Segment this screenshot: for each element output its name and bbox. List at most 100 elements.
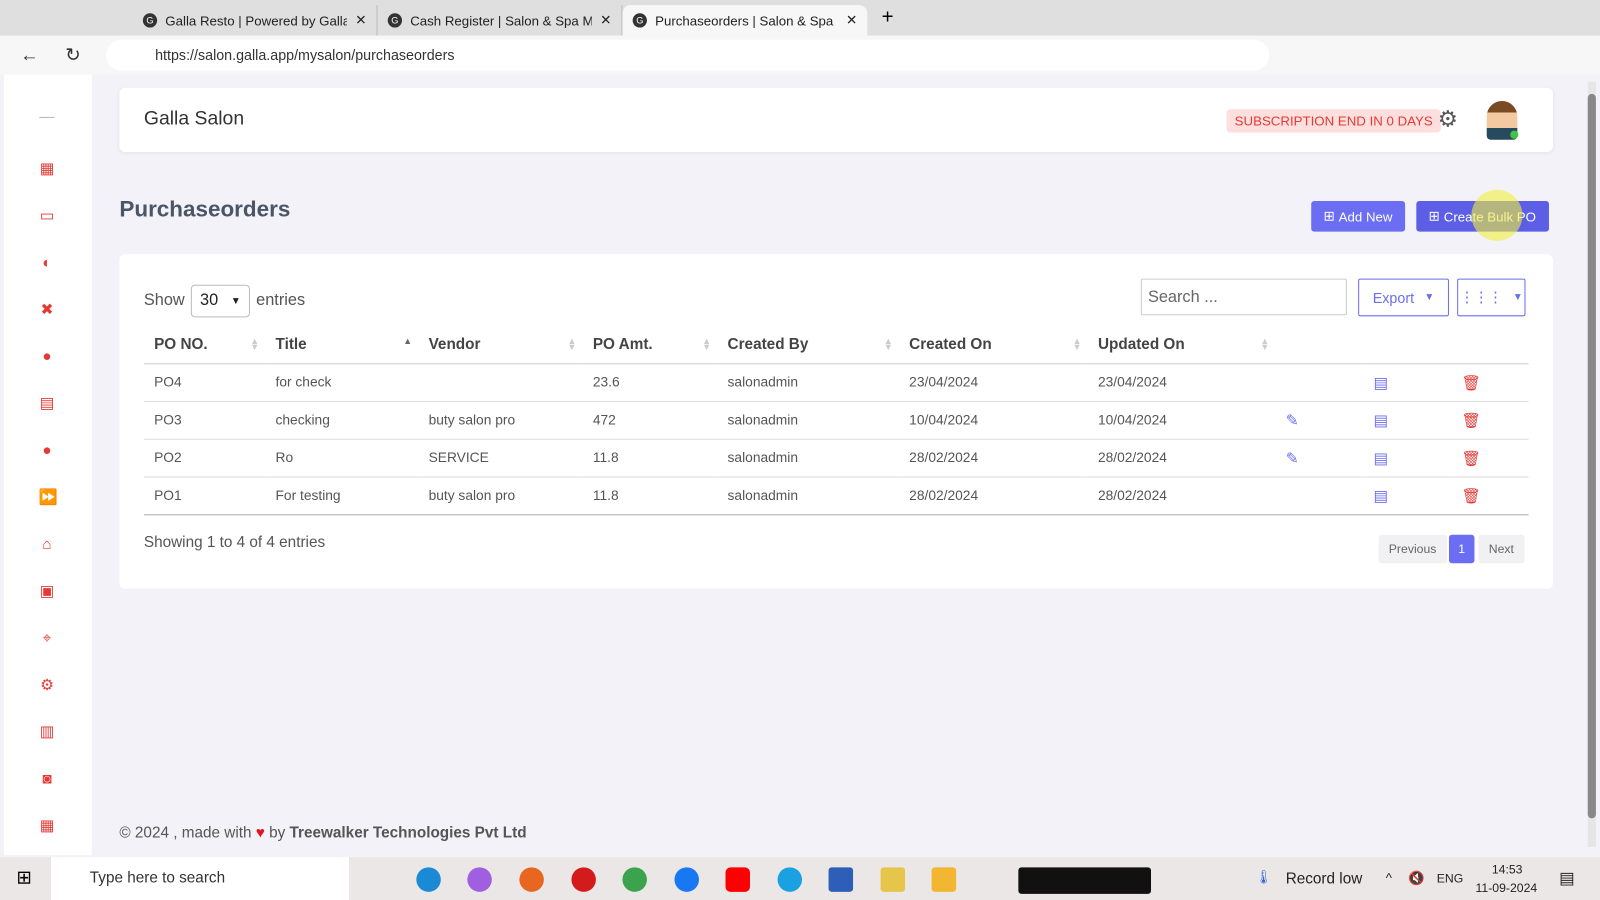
calendar-icon[interactable]: ▦	[39, 818, 55, 834]
settings-icon[interactable]: ⚙	[39, 677, 55, 694]
url-input[interactable]: https://salon.galla.app/mysalon/purchase…	[106, 39, 1270, 71]
copilot-icon[interactable]	[467, 867, 492, 892]
view-details-icon[interactable]: ▤	[1373, 412, 1387, 429]
mute-icon[interactable]: 🔇	[1408, 870, 1425, 886]
favicon-icon: G	[632, 13, 647, 28]
browser-tab-bar: G Galla Resto | Powered by Galla ✕ G Cash R…	[0, 0, 1600, 36]
footer-text: © 2024 , made with	[119, 824, 252, 842]
column-toggle-button[interactable]: ⋮⋮⋮ ▼	[1457, 278, 1526, 317]
action-header	[1363, 325, 1452, 364]
table-cell: salonadmin	[717, 401, 899, 440]
footer: © 2024 , made with ♥ by Treewalker Techn…	[119, 824, 526, 841]
edit-icon[interactable]: ✎	[1286, 412, 1299, 429]
cash-icon[interactable]: ◙	[39, 771, 55, 787]
browser-tab[interactable]: G Cash Register | Salon & Spa Mana ✕	[378, 5, 623, 36]
table-cell: 10/04/2024	[1087, 401, 1276, 440]
menu-icon[interactable]: —	[39, 109, 55, 125]
delete-icon[interactable]: 🗑	[1461, 374, 1480, 391]
windows-start-icon[interactable]: ⊞	[16, 867, 31, 888]
entries-select[interactable]: 30 ▼	[190, 284, 251, 318]
delete-icon[interactable]: 🗑	[1461, 412, 1480, 429]
next-button[interactable]: Next	[1478, 534, 1525, 564]
favicon-icon: G	[142, 13, 158, 28]
report-icon[interactable]: ▥	[39, 724, 55, 740]
contrast-icon[interactable]: ◐	[39, 255, 55, 271]
column-header[interactable]: Vendor ▲ ▼	[418, 325, 583, 364]
view-details-icon[interactable]: ▤	[1373, 487, 1387, 504]
ticket-icon[interactable]: ✖	[39, 302, 55, 318]
user-icon[interactable]: ●	[39, 348, 55, 365]
folder-icon[interactable]: ▭	[39, 208, 55, 224]
language-indicator[interactable]: ENG	[1437, 871, 1464, 885]
reload-icon[interactable]: ↻	[65, 44, 80, 65]
dashboard-icon[interactable]: ▦	[39, 161, 55, 177]
youtube-icon[interactable]	[725, 867, 750, 892]
view-details-icon[interactable]: ▤	[1373, 374, 1387, 391]
close-icon[interactable]: ✕	[355, 12, 366, 28]
screen-recorder-toolbar[interactable]	[1018, 867, 1152, 894]
column-header[interactable]: Title ▲	[265, 325, 419, 364]
search-input[interactable]: Search ...	[1140, 278, 1347, 316]
column-label: PO Amt.	[592, 335, 653, 353]
table-cell: 23.6	[582, 363, 718, 402]
edit-icon[interactable]: ✎	[1286, 449, 1299, 466]
table-cell: PO3	[143, 401, 266, 440]
document-icon[interactable]: ▤	[39, 395, 55, 412]
browser-tab-active[interactable]: G Purchaseorders | Salon & Spa Mar ✕	[622, 5, 868, 36]
table-cell: for check	[265, 363, 419, 402]
edit-cell: ✎	[1275, 438, 1364, 478]
skype-icon[interactable]	[777, 867, 803, 892]
taskbar-search[interactable]: Type here to search	[51, 857, 349, 900]
clock-date[interactable]: 11-09-2024	[1475, 881, 1537, 895]
basket-icon[interactable]: ⌂	[39, 536, 55, 553]
close-icon[interactable]: ✕	[846, 12, 857, 28]
firefox-icon[interactable]	[519, 867, 544, 892]
close-icon[interactable]: ✕	[600, 12, 611, 28]
browser-tab[interactable]: G Galla Resto | Powered by Galla ✕	[133, 5, 378, 36]
column-header[interactable]: Created On ▲ ▼	[898, 325, 1088, 364]
contacts-icon[interactable]: ▣	[39, 583, 55, 600]
app-icon[interactable]	[880, 867, 906, 892]
new-tab-icon[interactable]: +	[882, 6, 894, 29]
table-cell: 28/02/2024	[898, 476, 1088, 515]
show-label: Show	[143, 291, 185, 310]
edge-icon[interactable]	[416, 867, 441, 892]
notifications-icon[interactable]: ▤	[1559, 868, 1574, 888]
forward-icon[interactable]: ⏩	[39, 489, 58, 506]
back-icon[interactable]: ←	[20, 44, 38, 65]
gear-icon[interactable]: ⚙	[1438, 106, 1458, 133]
column-header[interactable]: Updated On ▲ ▼	[1087, 325, 1276, 364]
delete-cell: 🗑	[1451, 438, 1529, 478]
add-icon: ⊞	[1428, 208, 1440, 224]
view-cell: ▤	[1363, 401, 1452, 440]
sort-icon: ▲ ▼	[702, 335, 712, 353]
delete-cell: 🗑	[1451, 363, 1529, 402]
table-cell: For testing	[265, 476, 419, 515]
add-new-button[interactable]: ⊞ Add New	[1311, 201, 1405, 232]
chrome-icon[interactable]	[622, 867, 647, 892]
location-icon[interactable]: ⌖	[39, 630, 55, 647]
opera-icon[interactable]	[571, 867, 596, 892]
taskbar: ⊞ Type here to search 🌡 Record low ^ 🔇 E…	[0, 857, 1600, 900]
export-button[interactable]: Export ▼	[1358, 278, 1449, 317]
favicon-icon: G	[387, 13, 403, 28]
customer-icon[interactable]: ●	[39, 442, 55, 459]
page-scrollbar[interactable]	[1587, 81, 1596, 847]
weather-text[interactable]: Record low	[1286, 870, 1363, 887]
table-cell: 10/04/2024	[898, 401, 1088, 440]
chevron-up-icon[interactable]: ^	[1386, 870, 1392, 885]
file-explorer-icon[interactable]	[931, 867, 957, 892]
delete-icon[interactable]: 🗑	[1461, 449, 1480, 466]
clock-time[interactable]: 14:53	[1492, 862, 1523, 876]
view-details-icon[interactable]: ▤	[1373, 449, 1387, 466]
column-header[interactable]: Created By ▲ ▼	[717, 325, 899, 364]
company-link[interactable]: Treewalker Technologies Pvt Ltd	[290, 824, 527, 841]
facebook-icon[interactable]	[674, 867, 699, 892]
column-header[interactable]: PO Amt. ▲ ▼	[582, 325, 718, 364]
column-header[interactable]: PO NO. ▲ ▼	[143, 325, 266, 364]
previous-button[interactable]: Previous	[1378, 534, 1447, 564]
page-1-button[interactable]: 1	[1448, 534, 1475, 564]
delete-icon[interactable]: 🗑	[1461, 487, 1480, 504]
table-cell: PO1	[143, 476, 266, 515]
store-icon[interactable]	[828, 867, 854, 892]
